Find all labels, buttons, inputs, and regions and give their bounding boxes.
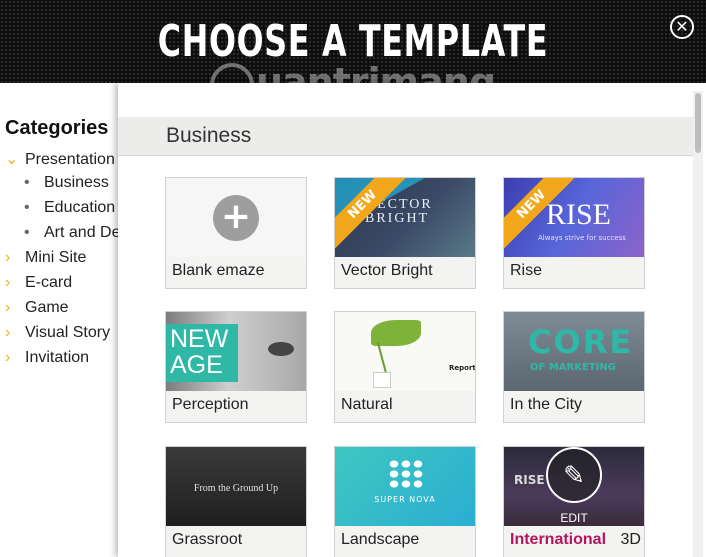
thumbnail-text: From the Ground Up — [193, 483, 279, 494]
template-thumbnail: NEW AGE — [166, 312, 306, 391]
thumbnail-subtext: OF MARKETING — [530, 362, 616, 373]
template-label: Landscape — [341, 531, 420, 548]
thumbnail-text: RISE — [546, 198, 612, 231]
template-thumbnail: RISE Always strive for success NEW — [504, 178, 644, 257]
eye-icon — [268, 342, 294, 356]
template-label: Grassroot — [172, 531, 243, 548]
sidebar-item-e-card[interactable]: › E-card — [5, 274, 72, 292]
chevron-right-icon: › — [5, 349, 11, 366]
sidebar-item-mini-site[interactable]: › Mini Site — [5, 249, 86, 267]
pencil-icon: ✎ — [563, 461, 585, 491]
template-label: Rise — [510, 262, 543, 279]
template-card-natural[interactable]: Report Natural — [334, 311, 476, 423]
template-thumbnail: + — [166, 178, 306, 257]
section-title: Business — [166, 124, 252, 147]
thumbnail-text: NEW AGE — [170, 325, 229, 379]
plus-icon: + — [213, 195, 259, 241]
templates-panel: Business + Blank emaze VECTOR BRIGHT NEW… — [118, 83, 706, 557]
sidebar-item-visual-story[interactable]: › Visual Story — [5, 324, 110, 342]
sidebar-item-business[interactable]: • Business — [24, 174, 109, 192]
template-card-vector-bright[interactable]: VECTOR BRIGHT NEW Vector Bright — [334, 177, 476, 289]
template-label: Perception — [172, 396, 249, 413]
chevron-down-icon: ⌄ — [5, 151, 19, 168]
dots-grid-icon — [388, 459, 424, 489]
template-label: Blank emaze — [172, 262, 265, 279]
template-label: In the City — [510, 396, 583, 413]
template-card-international[interactable]: RISE ✎ EDIT International 3D — [503, 446, 645, 557]
template-card-landscape[interactable]: SUPER NOVA Landscape — [334, 446, 476, 557]
thumbnail-text: CORE — [528, 323, 634, 361]
thumbnail-subtext: Always strive for success — [538, 234, 626, 242]
thumbnail-text: Report — [449, 364, 475, 372]
thumbnail-text: SUPER NOVA — [374, 495, 436, 504]
sidebar-item-game[interactable]: › Game — [5, 299, 69, 317]
close-icon[interactable]: ✕ — [670, 15, 694, 39]
chevron-right-icon: › — [5, 324, 11, 341]
template-label: Vector Bright — [341, 262, 433, 279]
sidebar-item-invitation[interactable]: › Invitation — [5, 349, 89, 367]
template-label-name: International — [510, 531, 607, 548]
template-label: International 3D — [510, 531, 641, 549]
bullet-icon: • — [24, 174, 30, 191]
template-thumbnail: VECTOR BRIGHT NEW — [335, 178, 475, 257]
bullet-icon: • — [24, 199, 30, 216]
chevron-right-icon: › — [5, 299, 11, 316]
template-thumbnail: From the Ground Up — [166, 447, 306, 526]
category-sidebar: Categories ⌄ Presentation • Business • Educ… — [0, 83, 150, 557]
template-card-grassroot[interactable]: From the Ground Up Grassroot — [165, 446, 307, 557]
template-card-rise[interactable]: RISE Always strive for success NEW Rise — [503, 177, 645, 289]
template-thumbnail: CORE OF MARKETING — [504, 312, 644, 391]
edit-label: EDIT — [560, 511, 588, 525]
template-thumbnail: SUPER NOVA — [335, 447, 475, 526]
sidebar-item-presentation[interactable]: ⌄ Presentation — [5, 149, 115, 169]
chevron-right-icon: › — [5, 274, 11, 291]
categories-heading: Categories — [5, 117, 109, 139]
sidebar-item-education[interactable]: • Education — [24, 199, 115, 217]
template-label: Natural — [341, 396, 393, 413]
template-card-blank-emaze[interactable]: + Blank emaze — [165, 177, 307, 289]
template-thumbnail: Report — [335, 312, 475, 391]
chevron-right-icon: › — [5, 249, 11, 266]
scrollbar[interactable] — [693, 91, 703, 557]
bullet-icon: • — [24, 224, 30, 241]
template-card-in-the-city[interactable]: CORE OF MARKETING In the City — [503, 311, 645, 423]
template-thumbnail: RISE ✎ EDIT — [504, 447, 644, 526]
section-header: Business — [118, 117, 698, 156]
scrollbar-thumb[interactable] — [695, 93, 701, 153]
thumbnail-text: RISE — [514, 473, 545, 487]
edit-button[interactable]: ✎ — [546, 447, 602, 503]
template-label-suffix: 3D — [620, 531, 641, 548]
template-card-perception[interactable]: NEW AGE Perception — [165, 311, 307, 423]
